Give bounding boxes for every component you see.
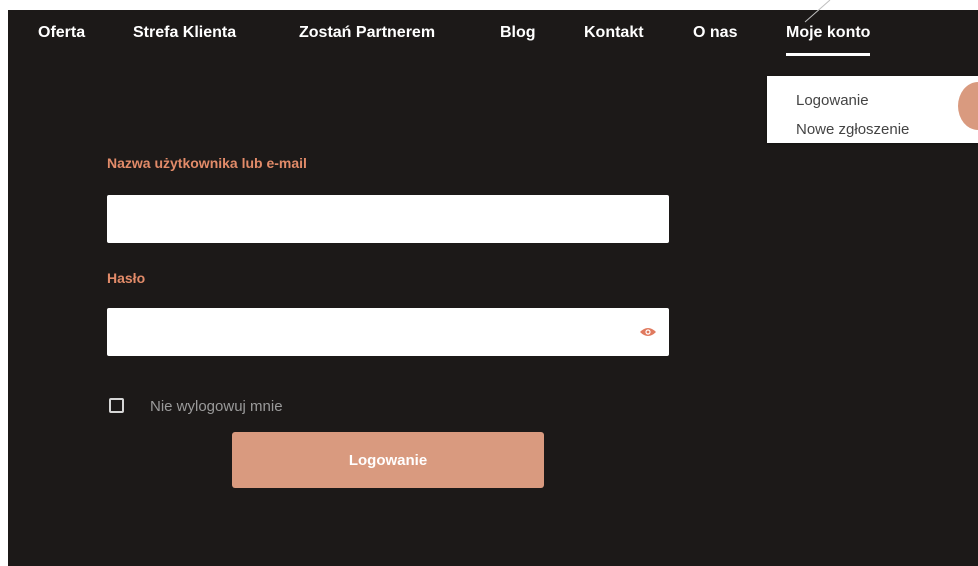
eye-icon[interactable] [639,326,657,338]
username-label: Nazwa użytkownika lub e-mail [107,155,307,171]
dropdown-item-logowanie[interactable]: Logowanie [796,92,869,109]
login-button[interactable]: Logowanie [232,432,544,488]
nav-item-kontakt[interactable]: Kontakt [584,24,644,42]
password-label: Hasło [107,270,146,286]
remember-label: Nie wylogowuj mnie [150,398,283,415]
nav-item-oferta[interactable]: Oferta [38,24,85,42]
nav-item-label: Moje konto [786,24,871,41]
account-dropdown: Logowanie Nowe zgłoszenie [767,76,978,143]
dropdown-item-nowe-zgloszenie[interactable]: Nowe zgłoszenie [796,121,909,138]
nav-item-blog[interactable]: Blog [500,24,536,42]
active-underline [786,53,871,56]
nav-item-moje-konto[interactable]: Moje konto [786,24,871,56]
nav-item-o-nas[interactable]: O nas [693,24,737,42]
nav-item-strefa-klienta[interactable]: Strefa Klienta [133,24,236,42]
remember-checkbox[interactable] [109,398,124,413]
nav-item-zostan-partnerem[interactable]: Zostań Partnerem [299,24,435,42]
username-input[interactable] [107,195,669,243]
password-input[interactable] [107,308,669,356]
